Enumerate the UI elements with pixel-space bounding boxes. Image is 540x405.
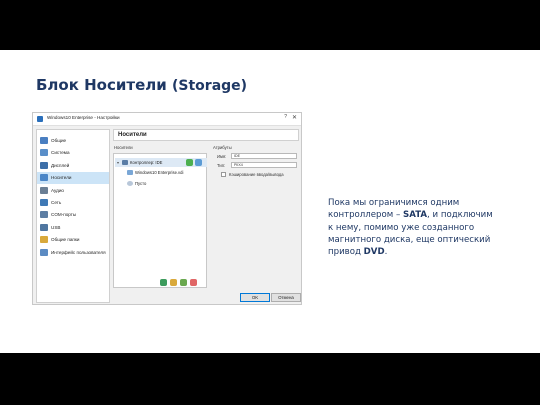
controller-type-select[interactable]: PIIX4 <box>231 162 297 168</box>
dialog-title: Windows10 Enterprise - Настройки <box>47 115 120 120</box>
controller-name-input[interactable]: IDE <box>231 153 297 159</box>
slide-body-text: Пока мы ограничимся одним контроллером –… <box>328 197 500 258</box>
panel-header: Носители <box>113 129 299 141</box>
usb-icon <box>40 223 48 231</box>
optical-disc-icon <box>127 181 133 186</box>
nav-item-label: COM-порты <box>51 212 77 218</box>
nav-item-label: Сеть <box>51 200 62 205</box>
type-label: Тип: <box>217 163 226 168</box>
remove-controller-icon[interactable] <box>190 279 197 286</box>
add-hard-disk-icon[interactable] <box>195 159 202 166</box>
panel-title: Носители <box>118 132 147 138</box>
cache-io-checkbox[interactable] <box>221 172 226 177</box>
body-text-dvd: DVD <box>363 247 385 258</box>
settings-dialog: Windows10 Enterprise - Настройки ? ✕ Общ… <box>32 112 302 305</box>
tree-item-label: Windows10 Enterprise.vdi <box>135 170 184 175</box>
tree-item-disk[interactable]: Windows10 Enterprise.vdi <box>115 168 207 177</box>
slide-title: Блок Носители (Storage) <box>36 76 247 94</box>
system-icon <box>40 149 48 157</box>
cache-io-label: Кэширование ввода/вывода <box>229 172 284 177</box>
network-icon <box>40 199 48 206</box>
nav-item[interactable]: COM-порты <box>37 209 109 221</box>
storage-icon <box>40 174 48 182</box>
nav-item[interactable]: Интерфейс пользователя <box>37 247 109 259</box>
nav-item-label: Общие папки <box>51 237 80 243</box>
nav-item-label: Носители <box>51 175 72 181</box>
storage-panel: Носители Носители ▾ Контроллер: IDE Wind… <box>113 129 299 289</box>
nav-item-label: Система <box>51 150 70 156</box>
hard-disk-icon <box>127 170 133 175</box>
audio-icon <box>40 186 48 194</box>
nav-item[interactable]: Аудио <box>37 185 109 197</box>
name-label: Имя: <box>217 154 227 159</box>
controller-icon <box>122 160 128 165</box>
settings-nav: Общие Система Дисплей Носители Аудио Сеть COM-… <box>36 129 110 303</box>
attributes-label: Атрибуты <box>213 145 232 150</box>
nav-item-label: Интерфейс пользователя <box>51 249 106 255</box>
nav-item-label: Аудио <box>51 187 64 193</box>
nav-item[interactable]: Общие папки <box>37 234 109 246</box>
body-text-part: . <box>384 247 388 258</box>
tree-item-label: Контроллер: IDE <box>130 160 163 165</box>
tree-item-label: Пусто <box>135 181 147 186</box>
shared-folder-icon <box>40 236 48 244</box>
tree-item-controller-ide[interactable]: ▾ Контроллер: IDE <box>115 158 207 167</box>
help-button[interactable]: ? <box>284 114 287 120</box>
add-attachment-icon[interactable] <box>170 279 177 286</box>
virtualbox-icon <box>37 116 43 122</box>
nav-item[interactable]: Носители <box>37 172 109 185</box>
close-button[interactable]: ✕ <box>292 114 297 121</box>
nav-item[interactable]: Дисплей <box>37 160 109 172</box>
cancel-button[interactable]: Отмена <box>271 293 301 302</box>
display-icon <box>40 161 48 169</box>
remove-attachment-icon[interactable] <box>180 279 187 286</box>
nav-item-label: Дисплей <box>51 162 70 168</box>
add-optical-drive-icon[interactable] <box>186 159 193 166</box>
storage-tree-label: Носители <box>114 145 133 150</box>
nav-item[interactable]: Сеть <box>37 197 109 209</box>
nav-item[interactable]: Общие <box>37 135 109 147</box>
storage-tree: ▾ Контроллер: IDE Windows10 Enterprise.v… <box>113 153 207 288</box>
slide-title-suffix: (Storage) <box>172 78 248 94</box>
slide-title-main: Блок Носители <box>36 76 167 94</box>
nav-item-label: USB <box>51 224 61 230</box>
ok-button[interactable]: OK <box>240 293 270 302</box>
nav-item[interactable]: Система <box>37 147 109 159</box>
collapse-icon[interactable]: ▾ <box>117 160 119 165</box>
general-icon <box>40 137 48 144</box>
com-port-icon <box>40 211 48 219</box>
dialog-titlebar: Windows10 Enterprise - Настройки ? ✕ <box>33 113 301 126</box>
body-text-sata: SATA <box>403 210 428 221</box>
nav-item[interactable]: USB <box>37 222 109 234</box>
nav-item-label: Общие <box>51 138 67 143</box>
add-controller-icon[interactable] <box>160 279 167 286</box>
tree-item-empty-optical[interactable]: Пусто <box>115 179 207 188</box>
user-interface-icon <box>40 248 48 256</box>
